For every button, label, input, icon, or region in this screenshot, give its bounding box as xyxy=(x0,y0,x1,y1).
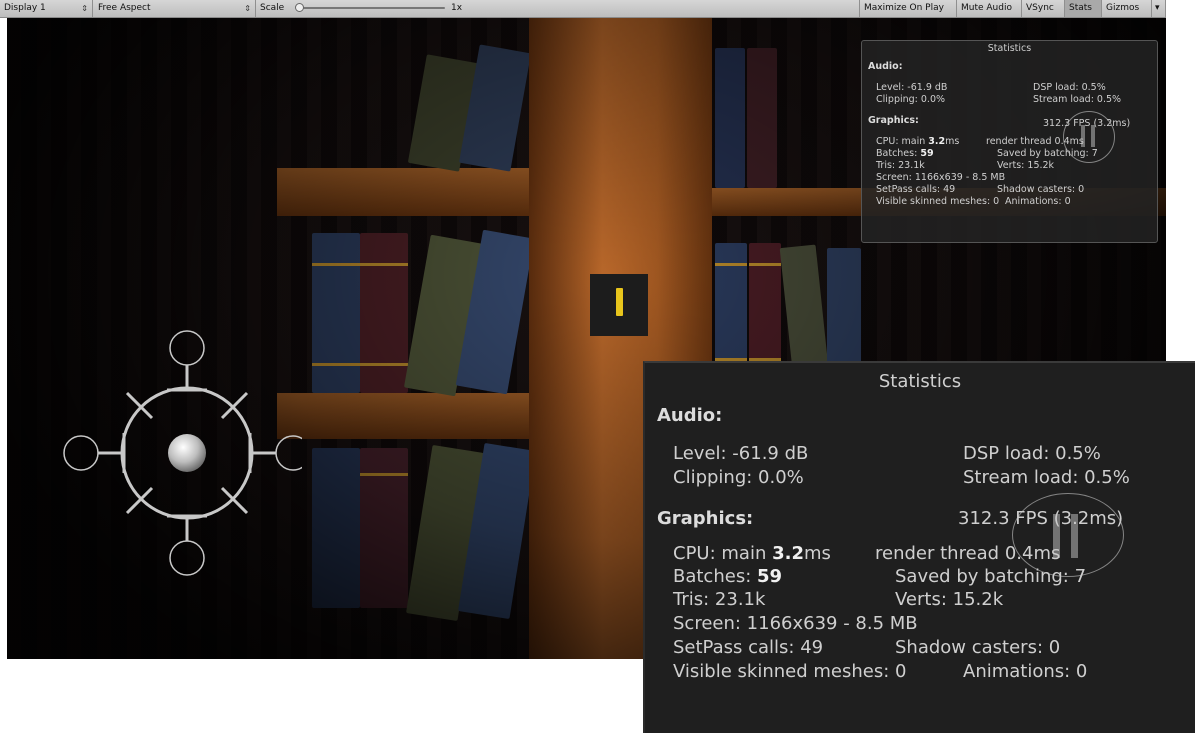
stats-overlay-zoomed: Statistics Audio: Level: -61.9 dB DSP lo… xyxy=(643,361,1195,733)
visible-skinned-meshes: Visible skinned meshes: 0 xyxy=(673,661,907,682)
dsp-load: DSP load: 0.5% xyxy=(963,443,1101,464)
gizmos-menu-button[interactable]: ▾ xyxy=(1152,0,1166,17)
screen-info: Screen: 1166x639 - 8.5 MB xyxy=(673,613,918,634)
stats-title: Statistics xyxy=(878,371,962,392)
game-view-toolbar: Display 1 ⇕ Free Aspect ⇕ Scale 1x Maxim… xyxy=(0,0,1166,18)
display-dropdown[interactable]: Display 1 ⇕ xyxy=(0,0,93,17)
audio-level: Level: -61.9 dB xyxy=(876,82,948,93)
dropdown-arrow-icon: ⇕ xyxy=(81,4,88,13)
dropdown-arrow-icon: ▾ xyxy=(1155,3,1160,13)
setpass-calls: SetPass calls: 49 xyxy=(673,637,824,658)
mute-audio-button[interactable]: Mute Audio xyxy=(957,0,1022,17)
stats-label: Stats xyxy=(1069,3,1092,13)
stats-overlay-small: Statistics Audio: Level: -61.9 dB DSP lo… xyxy=(861,40,1158,243)
verts: Verts: 15.2k xyxy=(997,160,1055,171)
vsync-label: VSync xyxy=(1026,3,1054,13)
vsync-button[interactable]: VSync xyxy=(1022,0,1065,17)
gizmos-button[interactable]: Gizmos xyxy=(1102,0,1152,17)
graphics-header: Graphics: xyxy=(868,115,919,126)
setpass-calls: SetPass calls: 49 xyxy=(876,184,956,195)
display-label: Display 1 xyxy=(4,3,46,13)
stats-button[interactable]: Stats xyxy=(1065,0,1102,17)
exclamation-icon xyxy=(616,288,623,316)
aspect-label: Free Aspect xyxy=(98,3,151,13)
interaction-marker[interactable] xyxy=(590,274,648,336)
audio-level: Level: -61.9 dB xyxy=(673,443,809,464)
joystick-knob xyxy=(168,434,206,472)
batches: Batches: 59 xyxy=(673,566,783,587)
shadow-casters: Shadow casters: 0 xyxy=(895,637,1061,658)
mute-label: Mute Audio xyxy=(961,3,1012,13)
dropdown-arrow-icon: ⇕ xyxy=(244,4,251,13)
batches: Batches: 59 xyxy=(876,148,934,159)
stream-load: Stream load: 0.5% xyxy=(963,467,1130,488)
audio-clipping: Clipping: 0.0% xyxy=(673,467,804,488)
gizmos-label: Gizmos xyxy=(1106,3,1140,13)
visible-skinned-meshes: Visible skinned meshes: 0 xyxy=(876,196,1000,207)
audio-header: Audio: xyxy=(657,405,723,426)
animations: Animations: 0 xyxy=(1005,196,1071,207)
scale-label: Scale xyxy=(260,3,285,13)
virtual-joystick[interactable] xyxy=(57,318,302,583)
audio-header: Audio: xyxy=(868,61,903,72)
maximize-on-play-button[interactable]: Maximize On Play xyxy=(859,0,957,17)
verts: Verts: 15.2k xyxy=(895,589,1004,610)
dsp-load: DSP load: 0.5% xyxy=(1033,82,1106,93)
pause-icon xyxy=(1012,493,1124,577)
scale-value: 1x xyxy=(451,3,463,13)
stream-load: Stream load: 0.5% xyxy=(1033,94,1122,105)
tris: Tris: 23.1k xyxy=(876,160,925,171)
animations: Animations: 0 xyxy=(963,661,1088,682)
cpu-time: CPU: main 3.2ms xyxy=(673,543,831,564)
aspect-dropdown[interactable]: Free Aspect ⇕ xyxy=(94,0,256,17)
graphics-header: Graphics: xyxy=(657,508,754,529)
pause-icon xyxy=(1063,111,1115,163)
stats-title: Statistics xyxy=(987,43,1032,54)
cpu-time: CPU: main 3.2ms xyxy=(876,136,960,147)
scale-slider-thumb[interactable] xyxy=(295,3,304,12)
audio-clipping: Clipping: 0.0% xyxy=(876,94,946,105)
shadow-casters: Shadow casters: 0 xyxy=(997,184,1085,195)
tris: Tris: 23.1k xyxy=(673,589,766,610)
maximize-label: Maximize On Play xyxy=(864,3,944,13)
scale-slider-track[interactable] xyxy=(300,7,445,9)
screen-info: Screen: 1166x639 - 8.5 MB xyxy=(876,172,1006,183)
